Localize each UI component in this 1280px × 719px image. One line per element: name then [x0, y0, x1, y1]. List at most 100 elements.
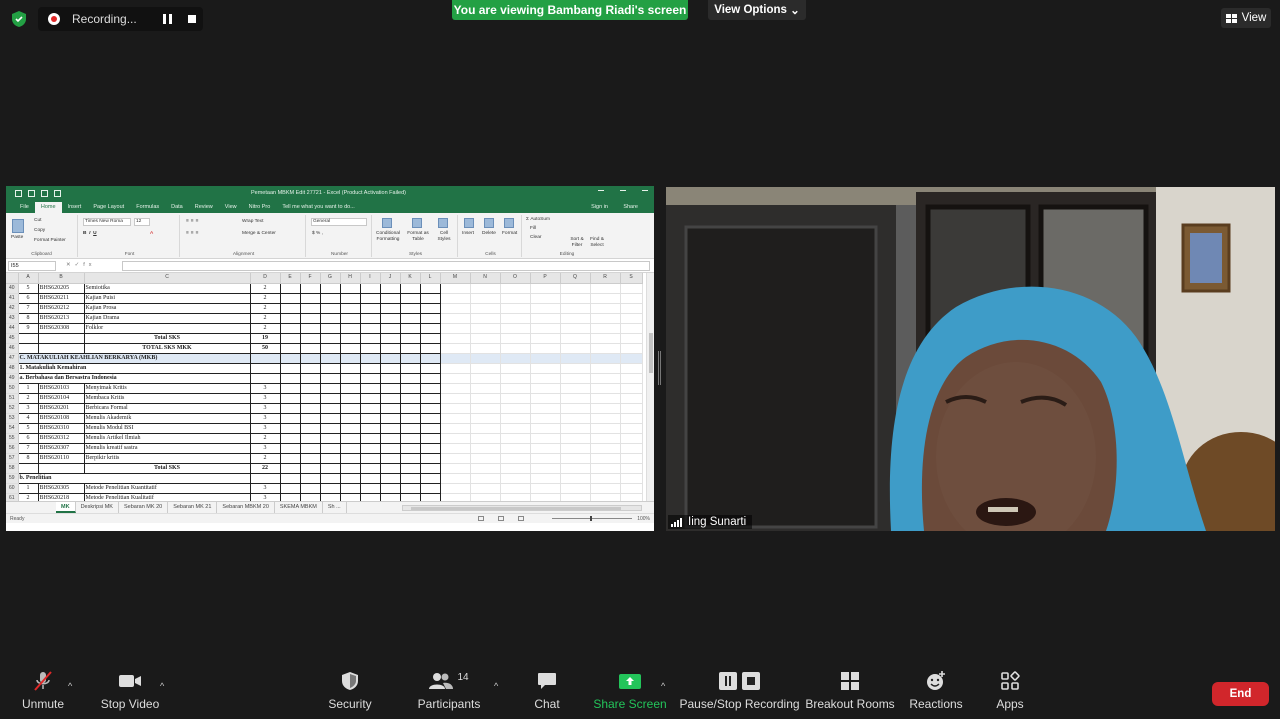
cell[interactable]: [470, 493, 501, 501]
cell[interactable]: [280, 463, 301, 474]
cell[interactable]: [500, 373, 531, 384]
pause-recording-icon[interactable]: [163, 14, 172, 24]
cell[interactable]: [530, 423, 561, 434]
cell[interactable]: [300, 333, 321, 344]
column-header[interactable]: A: [18, 273, 39, 284]
sheet-tab[interactable]: SKEMA MBKM: [275, 502, 323, 513]
cell[interactable]: [320, 303, 341, 314]
cell[interactable]: [280, 383, 301, 394]
cell[interactable]: [440, 363, 471, 374]
cell[interactable]: BHS620308: [38, 323, 85, 334]
cell[interactable]: [360, 293, 381, 304]
cell[interactable]: BHS620205: [38, 283, 85, 294]
cell[interactable]: [400, 453, 421, 464]
cell[interactable]: [620, 413, 643, 424]
tab-formulas[interactable]: Formulas: [130, 202, 165, 213]
cell[interactable]: [560, 363, 591, 374]
cell[interactable]: [590, 463, 621, 474]
column-header[interactable]: O: [500, 273, 531, 284]
cell[interactable]: [440, 463, 471, 474]
cell[interactable]: [280, 443, 301, 454]
cell[interactable]: Menyimak Kritis: [84, 383, 251, 394]
cell[interactable]: [360, 373, 381, 384]
cell[interactable]: [440, 393, 471, 404]
format-painter-button[interactable]: Format Painter: [34, 238, 66, 243]
row-number[interactable]: 54: [6, 423, 19, 434]
close-icon[interactable]: [642, 190, 648, 196]
row-number[interactable]: 52: [6, 403, 19, 414]
cell[interactable]: [500, 403, 531, 414]
spreadsheet-grid[interactable]: ABCDEFGHIJKLMNOPQRS 40 5 BHS620205 Semiotik…: [6, 273, 643, 501]
cell[interactable]: [400, 343, 421, 354]
cell[interactable]: [380, 423, 401, 434]
tab-insert[interactable]: Insert: [62, 202, 88, 213]
cell[interactable]: [420, 483, 441, 494]
cell[interactable]: [340, 333, 361, 344]
cell[interactable]: [560, 453, 591, 464]
cell[interactable]: [560, 413, 591, 424]
tab-page-layout[interactable]: Page Layout: [87, 202, 130, 213]
cell[interactable]: [620, 363, 643, 374]
vertical-scrollbar[interactable]: [646, 273, 654, 501]
row-number[interactable]: 61: [6, 493, 19, 501]
cell[interactable]: [620, 403, 643, 414]
cell[interactable]: [620, 303, 643, 314]
cell[interactable]: [440, 443, 471, 454]
cell[interactable]: [420, 353, 441, 364]
cell[interactable]: BHS620108: [38, 413, 85, 424]
column-header[interactable]: Q: [560, 273, 591, 284]
cell[interactable]: [530, 493, 561, 501]
cell[interactable]: [400, 403, 421, 414]
cell[interactable]: 3: [250, 493, 281, 501]
cell[interactable]: [470, 363, 501, 374]
cell[interactable]: [280, 413, 301, 424]
column-header[interactable]: E: [280, 273, 301, 284]
cell[interactable]: [320, 473, 341, 484]
cell[interactable]: 2: [18, 393, 39, 404]
cell[interactable]: [400, 283, 421, 294]
sign-in-link[interactable]: Sign in: [585, 202, 614, 213]
participants-button[interactable]: 14 Participants: [418, 665, 481, 719]
cell[interactable]: [380, 313, 401, 324]
row-number[interactable]: 56: [6, 443, 19, 454]
cell[interactable]: [500, 393, 531, 404]
security-button[interactable]: Security: [325, 665, 375, 719]
cell-styles-icon[interactable]: [438, 218, 448, 228]
cell[interactable]: 22: [250, 463, 281, 474]
cell[interactable]: [320, 463, 341, 474]
cell[interactable]: [380, 453, 401, 464]
row-number[interactable]: 53: [6, 413, 19, 424]
cell[interactable]: [420, 383, 441, 394]
cell[interactable]: [590, 333, 621, 344]
cell[interactable]: [340, 283, 361, 294]
cell[interactable]: [280, 393, 301, 404]
cell[interactable]: [530, 373, 561, 384]
cell[interactable]: [500, 363, 531, 374]
cell[interactable]: [440, 323, 471, 334]
row-number[interactable]: 42: [6, 303, 19, 314]
cell[interactable]: [380, 443, 401, 454]
insert-cells-icon[interactable]: [464, 218, 474, 228]
sort-filter-button[interactable]: Sort & Filter: [568, 237, 586, 249]
cell[interactable]: [280, 473, 301, 484]
tab-view[interactable]: View: [219, 202, 243, 213]
cell[interactable]: [320, 343, 341, 354]
cell[interactable]: [300, 383, 321, 394]
cell[interactable]: [590, 303, 621, 314]
cell[interactable]: [380, 383, 401, 394]
cell[interactable]: [530, 343, 561, 354]
participant-video[interactable]: Iing Sunarti: [666, 187, 1275, 531]
cell[interactable]: [440, 423, 471, 434]
cell[interactable]: [560, 393, 591, 404]
cell[interactable]: [400, 293, 421, 304]
cell[interactable]: [560, 283, 591, 294]
name-box[interactable]: I55: [8, 261, 56, 271]
cell[interactable]: [300, 293, 321, 304]
cell[interactable]: [400, 413, 421, 424]
cell[interactable]: [420, 303, 441, 314]
cell[interactable]: [620, 453, 643, 464]
cell[interactable]: b. Penelitian: [18, 473, 251, 484]
cell[interactable]: [250, 373, 281, 384]
cell[interactable]: [380, 343, 401, 354]
cell[interactable]: [400, 463, 421, 474]
